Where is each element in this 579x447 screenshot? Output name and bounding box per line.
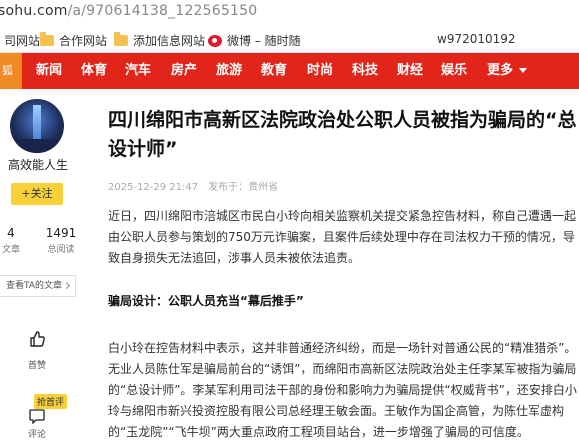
url-host: sohu.com bbox=[0, 3, 68, 19]
channel-nav: 狐 新闻 体育 汽车 房产 旅游 教育 时尚 科技 财经 娱乐 更多 bbox=[0, 53, 579, 89]
nav-item-education[interactable]: 教育 bbox=[261, 53, 287, 89]
ta-link-label: 查看TA的文章 bbox=[6, 281, 62, 291]
folder-icon bbox=[40, 32, 54, 46]
nav-item-fashion[interactable]: 时尚 bbox=[307, 53, 333, 89]
source-label: 发布于： bbox=[208, 182, 249, 193]
nav-item-tech[interactable]: 科技 bbox=[352, 53, 378, 89]
nav-item-news[interactable]: 新闻 bbox=[36, 53, 62, 89]
bookmark-label: 司网站 bbox=[4, 34, 41, 48]
bookmark-label: 合作网站 bbox=[59, 34, 108, 48]
follow-button[interactable]: +关注 bbox=[11, 183, 63, 205]
stat-articles: 4 文章 bbox=[0, 226, 22, 255]
avatar[interactable] bbox=[10, 99, 64, 153]
bookmark-folder-add-info[interactable]: 添加信息网站 bbox=[114, 32, 205, 49]
folder-icon bbox=[114, 32, 128, 46]
nav-item-auto[interactable]: 汽车 bbox=[125, 53, 151, 89]
section-heading: 骗局设计：公职人员充当“幕后推手” bbox=[108, 294, 304, 308]
publish-date: 2025-12-29 21:47 bbox=[108, 182, 199, 193]
like-button[interactable]: 首赞 bbox=[20, 329, 54, 371]
thumbs-up-icon bbox=[20, 329, 54, 355]
bookmark-folder-partners[interactable]: 合作网站 bbox=[40, 32, 107, 49]
sohu-logo[interactable]: 狐 bbox=[0, 53, 22, 89]
nav-item-house[interactable]: 房产 bbox=[171, 53, 197, 89]
article-paragraph: 白小玲在控告材料中表示，这并非普通经济纠纷，而是一场针对普通公民的“精准猎杀”。… bbox=[108, 341, 577, 439]
author-name[interactable]: 高效能人生 bbox=[0, 156, 76, 173]
bookmark-label: 微博 – 随时随 bbox=[227, 34, 301, 48]
stat-label: 文章 bbox=[1, 245, 20, 255]
article-paragraph: 近日，四川绵阳市涪城区市民白小玲向相关监察机关提交紧急控告材料，称自己遭遇一起由… bbox=[108, 209, 577, 265]
source-region: 贵州省 bbox=[248, 182, 279, 193]
url-text[interactable]: sohu.com/a/970614138_122565150 bbox=[0, 3, 257, 19]
comment-icon bbox=[20, 407, 54, 425]
like-label: 首赞 bbox=[27, 361, 46, 371]
bookmark-item[interactable]: 司网站 bbox=[0, 32, 40, 49]
address-bar[interactable]: sohu.com/a/970614138_122565150 bbox=[0, 0, 579, 26]
article-meta: 2025-12-29 21:47 发布于：贵州省 bbox=[108, 178, 288, 193]
stat-value: 1491 bbox=[45, 226, 77, 240]
chevron-right-icon bbox=[62, 281, 71, 290]
bookmark-label: 添加信息网站 bbox=[133, 34, 206, 48]
url-path: /a/970614138_122565150 bbox=[67, 3, 258, 19]
view-author-articles-link[interactable]: 查看TA的文章 bbox=[0, 275, 76, 297]
nav-item-travel[interactable]: 旅游 bbox=[216, 53, 242, 89]
stat-value: 4 bbox=[7, 226, 15, 240]
stat-label: 总阅读 bbox=[47, 245, 75, 255]
nav-more-menu[interactable]: 更多 bbox=[487, 53, 528, 89]
chevron-down-icon bbox=[519, 68, 528, 73]
bookmark-weibo[interactable]: 微博 – 随时随 bbox=[208, 32, 301, 49]
comment-button[interactable]: 评论 bbox=[20, 407, 54, 440]
user-id: w972010192 bbox=[437, 32, 516, 46]
avatar-base bbox=[16, 139, 58, 153]
nav-item-finance[interactable]: 财经 bbox=[397, 53, 423, 89]
nav-item-sports[interactable]: 体育 bbox=[81, 53, 107, 89]
weibo-icon bbox=[208, 34, 222, 47]
nav-more-label: 更多 bbox=[487, 63, 514, 78]
author-sidebar: 高效能人生 +关注 4 文章 1491 总阅读 查看TA的文章 首赞 抢首评 评… bbox=[0, 89, 80, 447]
article-title: 四川绵阳市高新区法院政治处公职人员被指为骗局的“总设计师” bbox=[108, 109, 577, 160]
bookmarks-bar: 司网站 合作网站 添加信息网站 微博 – 随时随 w972010192 bbox=[0, 26, 579, 53]
comment-label: 评论 bbox=[27, 430, 46, 440]
stat-reads: 1491 总阅读 bbox=[44, 226, 78, 255]
nav-item-entertainment[interactable]: 娱乐 bbox=[441, 53, 467, 89]
